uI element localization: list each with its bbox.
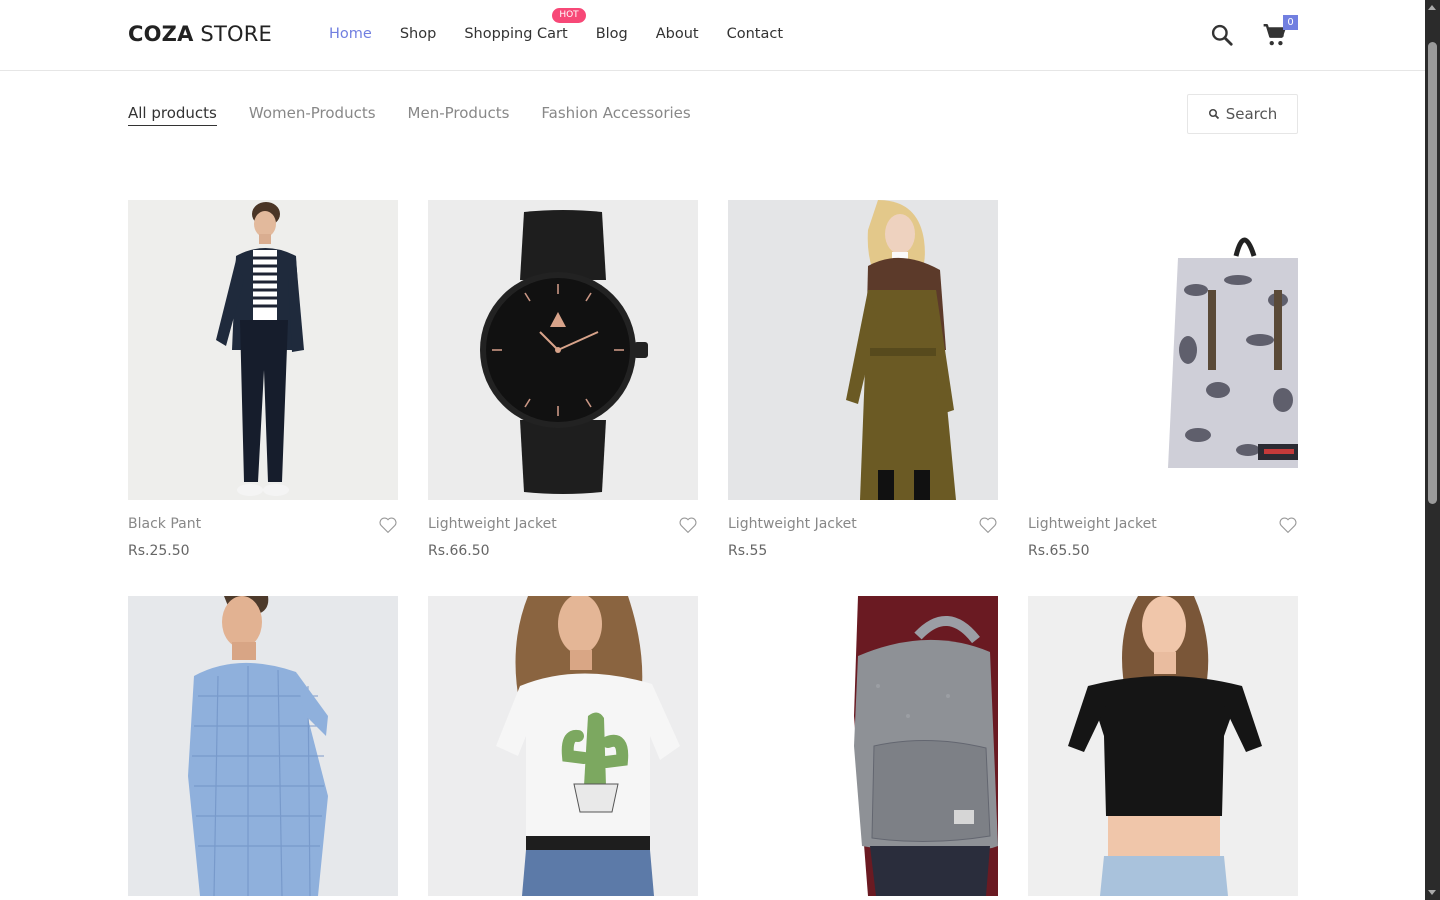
product-price: Rs.55 bbox=[728, 543, 768, 559]
product-filters: All products Women-Products Men-Products… bbox=[128, 104, 723, 126]
nav-blog[interactable]: Blog bbox=[596, 26, 628, 42]
product-name[interactable]: Lightweight Jacket bbox=[428, 516, 557, 532]
filter-women-products[interactable]: Women-Products bbox=[249, 104, 376, 126]
product-card: Lightweight Jacket Rs.65.50 bbox=[1028, 200, 1298, 559]
product-card bbox=[1028, 596, 1298, 896]
nav-about[interactable]: About bbox=[656, 26, 699, 42]
product-image-grey-backpack[interactable] bbox=[728, 596, 998, 896]
nav-home[interactable]: Home bbox=[329, 26, 372, 42]
product-card: Lightweight Jacket Rs.66.50 bbox=[428, 200, 698, 559]
nav-contact[interactable]: Contact bbox=[727, 26, 783, 42]
heart-icon[interactable] bbox=[378, 516, 398, 534]
product-card bbox=[128, 596, 398, 896]
product-image-man-blue-shirt[interactable] bbox=[128, 596, 398, 896]
filter-men-products[interactable]: Men-Products bbox=[408, 104, 510, 126]
heart-icon[interactable] bbox=[678, 516, 698, 534]
cart-count-badge: 0 bbox=[1283, 15, 1298, 30]
scroll-down-arrow-icon[interactable] bbox=[1428, 890, 1436, 895]
nav-shopping-cart-label: Shopping Cart bbox=[464, 26, 568, 42]
search-icon bbox=[1208, 109, 1219, 120]
scroll-up-arrow-icon[interactable] bbox=[1428, 5, 1436, 10]
product-price: Rs.66.50 bbox=[428, 543, 490, 559]
product-name[interactable]: Black Pant bbox=[128, 516, 201, 532]
hot-badge: HOT bbox=[552, 8, 586, 23]
search-button-label: Search bbox=[1225, 105, 1278, 123]
main-nav: Home Shop Shopping Cart HOT Blog About C… bbox=[329, 8, 811, 42]
site-logo[interactable]: COZA STORE bbox=[128, 22, 272, 46]
product-card: Lightweight Jacket Rs.55 bbox=[728, 200, 998, 559]
product-image-man-jacket-pants[interactable] bbox=[128, 200, 398, 500]
search-icon[interactable] bbox=[1209, 22, 1235, 48]
nav-shop[interactable]: Shop bbox=[400, 26, 436, 42]
product-card bbox=[428, 596, 698, 896]
page-scrollbar[interactable] bbox=[1425, 0, 1440, 900]
product-name[interactable]: Lightweight Jacket bbox=[1028, 516, 1157, 532]
heart-icon[interactable] bbox=[978, 516, 998, 534]
product-card: Black Pant Rs.25.50 bbox=[128, 200, 398, 559]
product-image-woman-black-crop-top[interactable] bbox=[1028, 596, 1298, 896]
site-header: COZA STORE Home Shop Shopping Cart HOT B… bbox=[0, 0, 1425, 71]
heart-icon[interactable] bbox=[1278, 516, 1298, 534]
product-image-woman-olive-coat[interactable] bbox=[728, 200, 998, 500]
search-toggle-button[interactable]: Search bbox=[1187, 94, 1298, 134]
product-card bbox=[728, 596, 998, 896]
product-name[interactable]: Lightweight Jacket bbox=[728, 516, 857, 532]
filter-fashion-accessories[interactable]: Fashion Accessories bbox=[541, 104, 690, 126]
scroll-thumb[interactable] bbox=[1428, 42, 1437, 504]
filter-all-products[interactable]: All products bbox=[128, 104, 217, 126]
product-image-black-watch[interactable] bbox=[428, 200, 698, 500]
product-image-patterned-backpack[interactable] bbox=[1028, 200, 1298, 500]
product-price: Rs.65.50 bbox=[1028, 543, 1090, 559]
product-image-woman-cactus-tee[interactable] bbox=[428, 596, 698, 896]
nav-shopping-cart[interactable]: Shopping Cart HOT bbox=[464, 8, 586, 42]
product-price: Rs.25.50 bbox=[128, 543, 190, 559]
